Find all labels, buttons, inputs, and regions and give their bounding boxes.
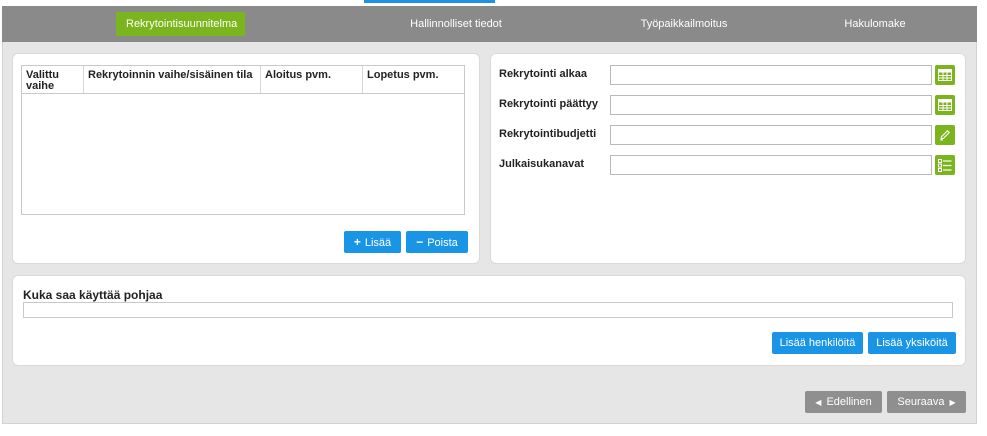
caret-left-icon: ◀ xyxy=(815,398,822,407)
add-phase-button[interactable]: + Lisää xyxy=(344,231,401,253)
next-label: Seuraava xyxy=(897,396,945,408)
details-panel: Rekrytointi alkaa Rekrytointi päättyy Re… xyxy=(490,53,966,264)
remove-phase-label: Poista xyxy=(427,237,458,249)
phases-table-header: Valittu vaihe Rekrytoinnin vaihe/sisäine… xyxy=(22,66,464,94)
add-units-button[interactable]: Lisää yksiköitä xyxy=(868,332,956,354)
previous-label: Edellinen xyxy=(826,396,872,408)
column-header-selected-phase[interactable]: Valittu vaihe xyxy=(22,66,84,93)
access-input[interactable] xyxy=(23,302,953,318)
calendar-icon[interactable] xyxy=(935,95,955,115)
plus-icon: + xyxy=(353,235,361,249)
budget-input[interactable] xyxy=(610,125,932,145)
column-header-phase-status[interactable]: Rekrytoinnin vaihe/sisäinen tila xyxy=(84,66,261,93)
phases-table: Valittu vaihe Rekrytoinnin vaihe/sisäine… xyxy=(21,65,465,215)
channels-input[interactable] xyxy=(610,155,932,175)
caret-right-icon: ▶ xyxy=(949,398,956,407)
tab-job-advertisement[interactable]: Työpaikkailmoitus xyxy=(616,12,752,36)
end-date-label: Rekrytointi päättyy xyxy=(499,98,599,110)
access-panel: Kuka saa käyttää pohjaa Lisää henkilöitä… xyxy=(12,275,966,366)
add-people-button[interactable]: Lisää henkilöitä xyxy=(772,332,863,354)
start-date-label: Rekrytointi alkaa xyxy=(499,68,588,80)
end-date-input[interactable] xyxy=(610,95,932,115)
remove-phase-button[interactable]: − Poista xyxy=(406,231,468,253)
start-date-input[interactable] xyxy=(610,65,932,85)
next-button[interactable]: Seuraava ▶ xyxy=(887,391,966,413)
previous-button[interactable]: ◀ Edellinen xyxy=(805,391,882,413)
phases-table-body xyxy=(22,94,464,214)
column-header-end-date[interactable]: Lopetus pvm. xyxy=(363,66,464,93)
tab-application-form[interactable]: Hakulomake xyxy=(830,12,920,36)
minus-icon: − xyxy=(416,235,424,249)
list-icon[interactable] xyxy=(935,155,955,175)
work-area: Valittu vaihe Rekrytoinnin vaihe/sisäine… xyxy=(2,42,977,424)
column-header-start-date[interactable]: Aloitus pvm. xyxy=(261,66,363,93)
tab-recruitment-plan[interactable]: Rekrytointisuunnitelma xyxy=(116,12,245,36)
pencil-icon[interactable] xyxy=(935,125,955,145)
access-title: Kuka saa käyttää pohjaa xyxy=(23,288,163,302)
calendar-icon[interactable] xyxy=(935,65,955,85)
tab-bar: Rekrytointisuunnitelma Hallinnolliset ti… xyxy=(2,6,977,42)
top-accent-bar xyxy=(364,0,495,3)
phases-panel: Valittu vaihe Rekrytoinnin vaihe/sisäine… xyxy=(12,53,480,264)
channels-label: Julkaisukanavat xyxy=(499,158,584,170)
budget-label: Rekrytointibudjetti xyxy=(499,128,597,140)
tab-administrative-info[interactable]: Hallinnolliset tiedot xyxy=(382,12,530,36)
add-phase-label: Lisää xyxy=(364,237,392,249)
